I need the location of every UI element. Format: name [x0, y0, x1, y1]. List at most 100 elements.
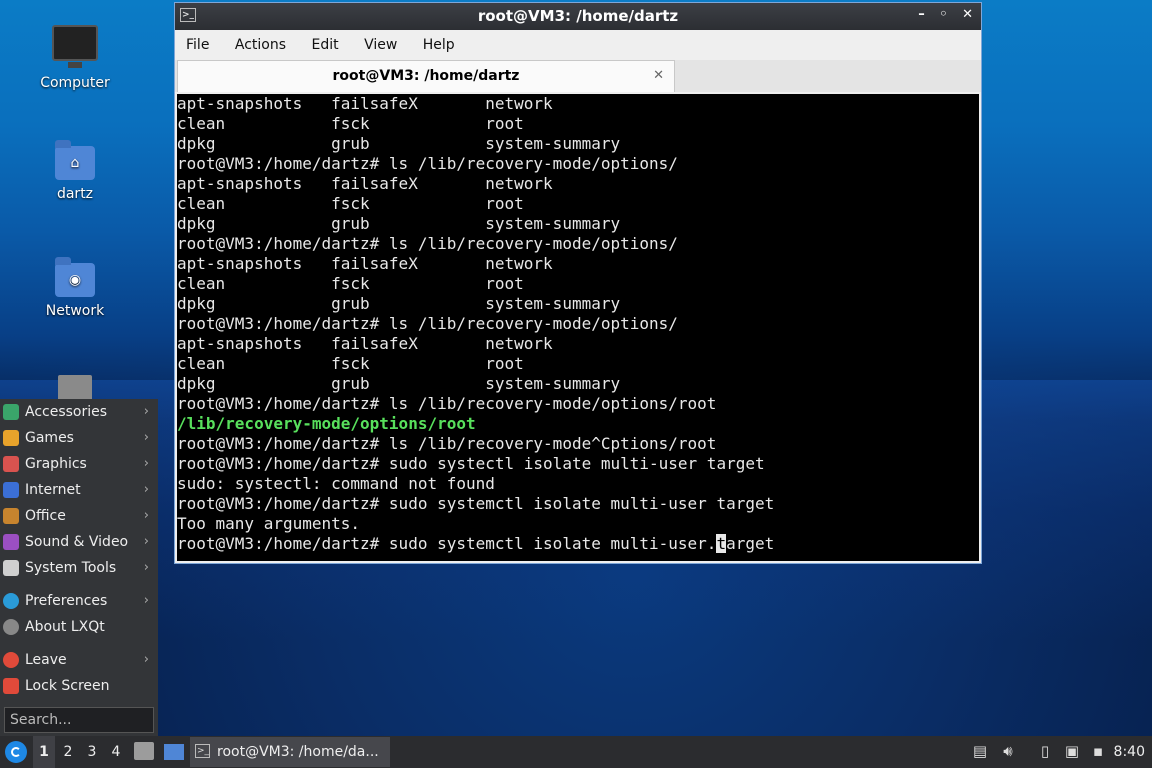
terminal-line: root@VM3:/home/dartz# ls /lib/recovery-m… [177, 154, 678, 173]
terminal-line: root@VM3:/home/dartz# ls /lib/recovery-m… [177, 434, 717, 453]
taskbar: 1 2 3 4 >_ root@VM3: /home/da... ▤ 🔊︎ ▯ … [0, 736, 1152, 768]
terminal-line: apt-snapshots failsafeX network [177, 254, 553, 273]
menu-item-label: Accessories [25, 404, 108, 420]
start-menu: Accessories › Games › Graphics › Internet › Offi… [0, 399, 158, 736]
desktop-icon-computer[interactable]: Computer [20, 25, 130, 91]
terminal-line: root@VM3:/home/dartz# ls /lib/recovery-m… [177, 234, 678, 253]
games-icon [3, 430, 19, 446]
menu-search-input[interactable]: Search... [4, 707, 154, 733]
tab-close-icon[interactable]: ✕ [653, 61, 664, 91]
menu-edit[interactable]: Edit [311, 30, 338, 60]
updates-icon[interactable]: ▤ [971, 742, 989, 760]
accessories-icon [3, 404, 19, 420]
chevron-right-icon: › [143, 560, 149, 575]
computer-icon [52, 25, 98, 68]
terminal-line: sudo: systectl: command not found [177, 474, 495, 493]
power-icon [3, 652, 19, 668]
preferences-icon [3, 593, 19, 609]
maximize-button[interactable]: ◦ [939, 7, 947, 22]
clock[interactable]: 8:40 [1114, 736, 1145, 768]
terminal-line: root@VM3:/home/dartz# ls /lib/recovery-m… [177, 394, 717, 413]
menu-item-system-tools[interactable]: System Tools › [0, 555, 158, 581]
file-manager-launcher-icon[interactable] [134, 742, 154, 760]
desktop-switch-1[interactable]: 1 [33, 736, 55, 768]
menu-item-label: Leave [25, 652, 67, 668]
menu-item-games[interactable]: Games › [0, 425, 158, 451]
chevron-right-icon: › [143, 404, 149, 419]
show-desktop-icon[interactable] [164, 744, 184, 760]
desktop-icon-network[interactable]: ◉ Network [20, 257, 130, 319]
terminal-line: root@VM3:/home/dartz# sudo systemctl iso… [177, 494, 775, 513]
screen-icon[interactable]: ▪ [1089, 742, 1107, 760]
desktop-icon-home[interactable]: ⌂ dartz [20, 140, 130, 202]
terminal-input-text: root@VM3:/home/dartz# sudo systemctl iso… [177, 534, 717, 553]
menu-item-about[interactable]: About LXQt [0, 614, 158, 640]
terminal-window: >_ root@VM3: /home/dartz – ◦ ✕ File Acti… [174, 2, 982, 564]
menu-actions[interactable]: Actions [235, 30, 286, 60]
terminal-line: clean fsck root [177, 194, 524, 213]
terminal-line: root@VM3:/home/dartz# sudo systectl isol… [177, 454, 765, 473]
taskbar-task-label: root@VM3: /home/da... [217, 744, 379, 760]
menu-file[interactable]: File [186, 30, 209, 60]
menu-item-internet[interactable]: Internet › [0, 477, 158, 503]
terminal-line: dpkg grub system-summary [177, 134, 621, 153]
close-button[interactable]: ✕ [962, 7, 973, 22]
menu-item-label: Graphics [25, 456, 87, 472]
network-icon[interactable]: ▣ [1063, 742, 1081, 760]
desktop-icon-label: Network [45, 303, 105, 319]
chevron-right-icon: › [143, 652, 149, 667]
terminal-line: Too many arguments. [177, 514, 361, 533]
menu-view[interactable]: View [364, 30, 397, 60]
menu-item-leave[interactable]: Leave › [0, 647, 158, 673]
terminal-prompt-line: root@VM3:/home/dartz# sudo systemctl iso… [177, 534, 979, 554]
window-titlebar[interactable]: >_ root@VM3: /home/dartz – ◦ ✕ [175, 3, 981, 30]
terminal-cursor: t [716, 534, 727, 553]
info-icon [3, 619, 19, 635]
office-icon [3, 508, 19, 524]
menu-item-lock-screen[interactable]: Lock Screen [0, 673, 158, 699]
desktop-icon-label: dartz [56, 186, 94, 202]
terminal-input-text: arget [726, 534, 775, 553]
sound-video-icon [3, 534, 19, 550]
terminal-output[interactable]: apt-snapshots failsafeX network clean fsc… [177, 94, 979, 561]
taskbar-task-terminal[interactable]: >_ root@VM3: /home/da... [190, 737, 390, 767]
terminal-line: dpkg grub system-summary [177, 294, 621, 313]
terminal-line: dpkg grub system-summary [177, 214, 621, 233]
chevron-right-icon: › [143, 456, 149, 471]
tab-label: root@VM3: /home/dartz [332, 68, 520, 84]
chevron-right-icon: › [143, 482, 149, 497]
chevron-right-icon: › [143, 508, 149, 523]
desktop-switch-3[interactable]: 3 [81, 736, 103, 768]
window-title: root@VM3: /home/dartz [477, 7, 679, 25]
minimize-button[interactable]: – [918, 7, 925, 22]
terminal-line: clean fsck root [177, 354, 524, 373]
menu-item-office[interactable]: Office › [0, 503, 158, 529]
start-menu-button[interactable] [5, 741, 27, 763]
desktop-switch-4[interactable]: 4 [105, 736, 127, 768]
menu-item-preferences[interactable]: Preferences › [0, 588, 158, 614]
menu-item-label: Games [25, 430, 74, 446]
home-folder-icon: ⌂ [55, 140, 95, 180]
system-tools-icon [3, 560, 19, 576]
menu-help[interactable]: Help [423, 30, 455, 60]
terminal-line: dpkg grub system-summary [177, 374, 621, 393]
menu-item-graphics[interactable]: Graphics › [0, 451, 158, 477]
graphics-icon [3, 456, 19, 472]
terminal-line: clean fsck root [177, 274, 524, 293]
menu-bar: File Actions Edit View Help [175, 30, 981, 60]
clipboard-icon[interactable]: ▯ [1036, 742, 1054, 760]
menu-item-label: About LXQt [25, 619, 105, 635]
menu-item-accessories[interactable]: Accessories › [0, 399, 158, 425]
menu-item-label: Office [25, 508, 66, 524]
menu-item-label: Internet [25, 482, 81, 498]
chevron-right-icon: › [143, 430, 149, 445]
menu-item-sound-video[interactable]: Sound & Video › [0, 529, 158, 555]
volume-icon[interactable]: 🔊︎ [999, 742, 1017, 760]
menu-item-label: Sound & Video [25, 534, 129, 550]
chevron-right-icon: › [143, 534, 149, 549]
menu-item-label: Preferences [25, 593, 108, 609]
desktop-switch-2[interactable]: 2 [57, 736, 79, 768]
desktop-icon-label: Computer [40, 75, 110, 91]
terminal-line: apt-snapshots failsafeX network [177, 334, 553, 353]
tab-terminal[interactable]: root@VM3: /home/dartz ✕ [177, 60, 675, 92]
